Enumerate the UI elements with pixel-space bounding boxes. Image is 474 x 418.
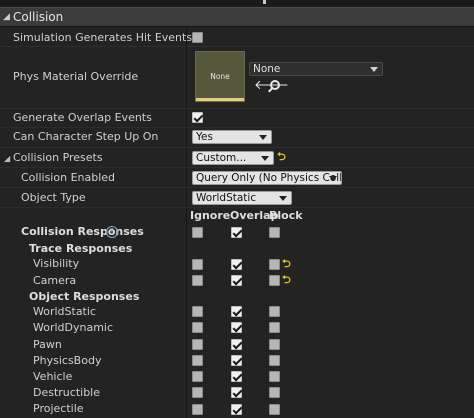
row-separator [0, 167, 474, 168]
object-row-label: Pawn [33, 338, 62, 351]
phys-material-value: None [253, 63, 281, 75]
block-column-header: Block [269, 209, 303, 222]
trace-row-label: Visibility [33, 257, 80, 270]
step-up-dropdown[interactable]: Yes [192, 130, 272, 144]
phys-material-label: Phys Material Override [13, 70, 139, 83]
pawn-overlap-checkbox[interactable] [231, 339, 242, 350]
object-row-label: Vehicle [33, 370, 73, 383]
camera-reset-icon[interactable]: ⮌ [282, 274, 291, 286]
worlddynamic-ignore-checkbox[interactable] [192, 322, 203, 333]
object-type-label: Object Type [21, 191, 86, 204]
chevron-down-icon [279, 196, 287, 201]
destructible-block-checkbox[interactable] [269, 387, 280, 398]
object-responses-title: Object Responses [29, 290, 140, 303]
visibility-ignore-checkbox[interactable] [192, 259, 203, 270]
collision-enabled-dropdown[interactable]: Query Only (No Physics Collision) [192, 171, 342, 185]
camera-block-checkbox[interactable] [269, 275, 280, 286]
vehicle-overlap-checkbox[interactable] [231, 371, 242, 382]
visibility-block-checkbox[interactable] [269, 259, 280, 270]
object-type-value: WorldStatic [196, 192, 257, 204]
phys-material-dropdown[interactable]: None [249, 62, 383, 76]
row-separator [0, 46, 474, 47]
destructible-ignore-checkbox[interactable] [192, 387, 203, 398]
projectile-block-checkbox[interactable] [269, 404, 280, 415]
worldstatic-ignore-checkbox[interactable] [192, 306, 203, 317]
physicsbody-overlap-checkbox[interactable] [231, 355, 242, 366]
object-row-label: Destructible [33, 386, 100, 399]
ignore-column-header: Ignore [190, 209, 231, 222]
chevron-down-icon [261, 156, 269, 161]
all-overlap-checkbox[interactable] [231, 227, 242, 238]
details-panel: ◢ Collision Simulation Generates Hit Eve… [0, 0, 474, 418]
trace-responses-title: Trace Responses [29, 242, 133, 255]
physicsbody-ignore-checkbox[interactable] [192, 355, 203, 366]
help-question-icon[interactable]: ? [106, 226, 118, 238]
worldstatic-block-checkbox[interactable] [269, 306, 280, 317]
row-separator [0, 207, 474, 208]
all-ignore-checkbox[interactable] [192, 227, 203, 238]
top-strip [0, 0, 474, 7]
scroll-marker [263, 0, 266, 4]
trace-row-label: Camera [33, 274, 77, 287]
reset-to-default-icon[interactable]: ⮌ [277, 151, 286, 163]
collision-enabled-value: Query Only (No Physics Collision) [196, 172, 342, 184]
object-row-label: WorldStatic [33, 305, 96, 318]
vehicle-block-checkbox[interactable] [269, 371, 280, 382]
object-row-label: Projectile [33, 402, 84, 415]
sim-hit-events-label: Simulation Generates Hit Events [13, 31, 193, 44]
row-separator [0, 108, 474, 109]
pawn-ignore-checkbox[interactable] [192, 339, 203, 350]
visibility-overlap-checkbox[interactable] [231, 259, 242, 270]
section-title: Collision [13, 10, 64, 24]
row-separator [0, 127, 474, 128]
thumbnail-color-bar [196, 98, 244, 101]
projectile-overlap-checkbox[interactable] [231, 404, 242, 415]
presets-expand-caret-icon[interactable]: ◢ [4, 154, 10, 163]
row-separator [0, 187, 474, 188]
presets-value: Custom... [196, 152, 247, 164]
chevron-down-icon [370, 67, 378, 72]
step-up-label: Can Character Step Up On [13, 130, 159, 143]
row-separator [0, 147, 474, 148]
chevron-down-icon [259, 135, 267, 140]
worlddynamic-overlap-checkbox[interactable] [231, 322, 242, 333]
chevron-down-icon [329, 176, 337, 181]
step-up-value: Yes [196, 131, 213, 143]
collision-responses-title: Collision Responses [21, 225, 144, 238]
object-row-label: PhysicsBody [33, 354, 102, 367]
overlap-events-checkbox[interactable] [192, 112, 203, 123]
visibility-reset-icon[interactable]: ⮌ [282, 258, 291, 270]
object-row-label: WorldDynamic [33, 321, 114, 334]
presets-label: Collision Presets [13, 151, 103, 164]
projectile-ignore-checkbox[interactable] [192, 404, 203, 415]
collision-enabled-label: Collision Enabled [21, 171, 116, 184]
physicsbody-block-checkbox[interactable] [269, 355, 280, 366]
presets-dropdown[interactable]: Custom... [192, 151, 274, 165]
collision-section-header[interactable]: ◢ Collision [0, 7, 474, 27]
all-block-checkbox[interactable] [269, 227, 280, 238]
worldstatic-overlap-checkbox[interactable] [231, 306, 242, 317]
destructible-overlap-checkbox[interactable] [231, 387, 242, 398]
thumbnail-text: None [210, 72, 230, 81]
worlddynamic-block-checkbox[interactable] [269, 322, 280, 333]
column-divider[interactable] [186, 27, 187, 418]
sim-hit-events-checkbox[interactable] [192, 32, 203, 43]
phys-material-thumbnail[interactable]: None [195, 51, 245, 102]
vehicle-ignore-checkbox[interactable] [192, 371, 203, 382]
pawn-block-checkbox[interactable] [269, 339, 280, 350]
camera-ignore-checkbox[interactable] [192, 275, 203, 286]
overlap-events-label: Generate Overlap Events [13, 111, 152, 124]
camera-overlap-checkbox[interactable] [231, 275, 242, 286]
collapse-caret-icon[interactable]: ◢ [3, 12, 10, 22]
object-type-dropdown[interactable]: WorldStatic [192, 191, 292, 205]
